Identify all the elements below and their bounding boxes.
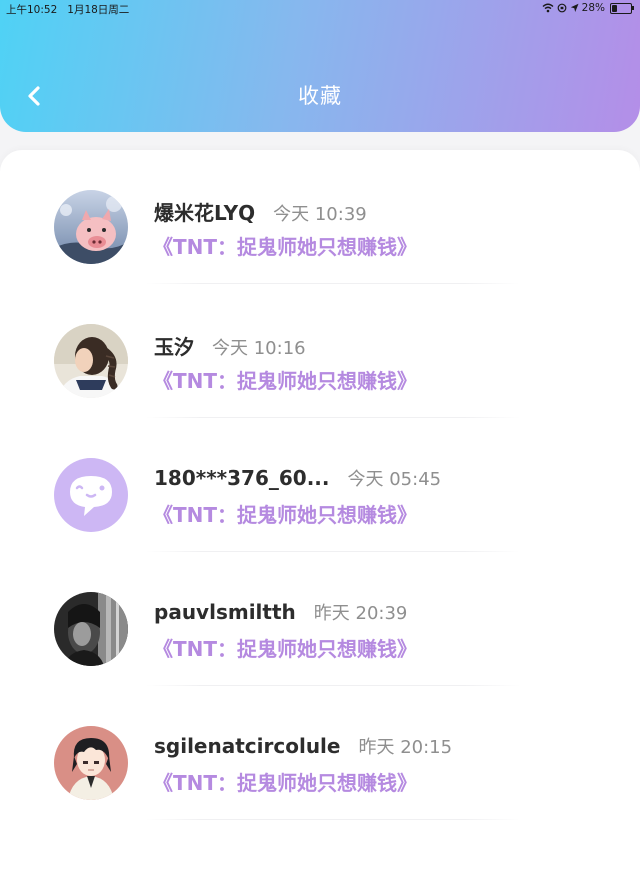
page-title: 收藏 [298, 84, 342, 108]
girl-braid-avatar-icon [54, 324, 128, 398]
header-bar: 上午10:52 1月18日周二 28% 收藏 [0, 0, 640, 132]
name-line: 玉汐 今天 10:16 [154, 331, 306, 360]
status-bar: 上午10:52 1月18日周二 28% [0, 0, 640, 18]
divider [146, 819, 520, 820]
user-name[interactable]: 180***376_60... [154, 466, 330, 490]
name-line: 180***376_60... 今天 05:45 [154, 465, 441, 491]
timestamp: 昨天 20:39 [313, 603, 408, 624]
pig-avatar-icon [54, 190, 128, 264]
default-chat-avatar-icon [54, 458, 128, 532]
list-item[interactable]: pauvlsmiltth 昨天 20:39 《TNT：捉鬼师她只想赚钱》 [0, 552, 640, 686]
name-line: pauvlsmiltth 昨天 20:39 [154, 599, 407, 625]
list-item[interactable]: sgilenatcircolule 昨天 20:15 《TNT：捉鬼师她只想赚钱… [0, 686, 640, 820]
avatar[interactable] [54, 726, 128, 800]
wifi-icon [542, 3, 554, 13]
timestamp: 今天 10:16 [212, 338, 306, 359]
work-title-link[interactable]: 《TNT：捉鬼师她只想赚钱》 [153, 767, 417, 796]
name-line: 爆米花LYQ 今天 10:39 [154, 197, 367, 226]
user-name[interactable]: sgilenatcircolule [154, 734, 340, 758]
timestamp: 昨天 20:15 [358, 737, 453, 758]
avatar[interactable] [54, 592, 128, 666]
work-title-link[interactable]: 《TNT：捉鬼师她只想赚钱》 [153, 231, 417, 260]
status-date: 1月18日周二 [67, 4, 130, 16]
user-name[interactable]: 玉汐 [154, 331, 194, 360]
avatar[interactable] [54, 324, 128, 398]
avatar[interactable] [54, 458, 128, 532]
user-name[interactable]: 爆米花LYQ [154, 197, 255, 226]
orientation-lock-icon [557, 3, 567, 13]
list-item[interactable]: 180***376_60... 今天 05:45 《TNT：捉鬼师她只想赚钱》 [0, 418, 640, 552]
status-left: 上午10:52 1月18日周二 [6, 2, 129, 17]
timestamp: 今天 10:39 [273, 204, 367, 225]
battery-percent: 28% [581, 2, 605, 14]
name-line: sgilenatcircolule 昨天 20:15 [154, 733, 452, 759]
location-icon [570, 3, 579, 12]
avatar[interactable] [54, 190, 128, 264]
battery-fill [612, 4, 618, 12]
favorites-list: 爆米花LYQ 今天 10:39 《TNT：捉鬼师她只想赚钱》 玉汐 今天 10:… [0, 150, 640, 870]
list-item[interactable]: 爆米花LYQ 今天 10:39 《TNT：捉鬼师她只想赚钱》 [0, 150, 640, 284]
work-title-link[interactable]: 《TNT：捉鬼师她只想赚钱》 [153, 633, 417, 662]
work-title-link[interactable]: 《TNT：捉鬼师她只想赚钱》 [153, 365, 417, 394]
timestamp: 今天 05:45 [347, 469, 442, 490]
status-time: 上午10:52 [6, 4, 58, 16]
work-title-link[interactable]: 《TNT：捉鬼师她只想赚钱》 [153, 499, 417, 528]
list-item[interactable]: 玉汐 今天 10:16 《TNT：捉鬼师她只想赚钱》 [0, 284, 640, 418]
bw-portrait-avatar-icon [54, 592, 128, 666]
status-right: 28% [542, 2, 634, 14]
battery-icon [610, 2, 634, 14]
anime-boy-avatar-icon [54, 726, 128, 800]
user-name[interactable]: pauvlsmiltth [154, 600, 296, 624]
